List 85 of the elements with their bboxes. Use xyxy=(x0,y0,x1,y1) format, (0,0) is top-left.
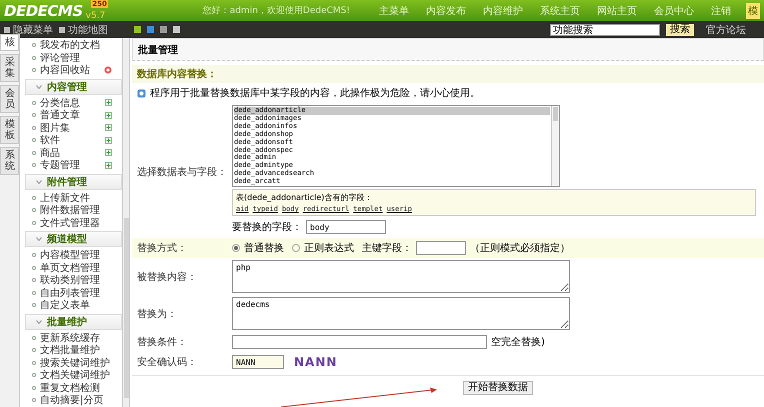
group-header[interactable]: 内容管理 xyxy=(25,78,122,94)
group-header[interactable]: 频道模型 xyxy=(25,231,122,247)
greeting: 您好：admin，欢迎使用DedeCMS! xyxy=(202,4,350,17)
sidebar-item[interactable]: 图片集 xyxy=(25,122,122,134)
field-label: 替换条件： xyxy=(136,336,188,349)
sidebar-item[interactable]: 自由列表管理 xyxy=(25,286,122,299)
sidebar-item[interactable]: 专题管理 xyxy=(25,159,122,172)
condition-input[interactable] xyxy=(232,335,487,349)
forum-link[interactable]: 官方论坛 xyxy=(706,22,746,36)
fields-caption: 表(dede_addonarticle)含有的字段： xyxy=(236,192,374,203)
search-button[interactable]: 搜索 xyxy=(666,24,694,36)
field-label: 主键字段： xyxy=(362,242,412,255)
sidebar-item[interactable]: 普通文章 xyxy=(25,109,122,122)
chevron-icon xyxy=(36,237,42,241)
add-icon[interactable] xyxy=(105,162,112,169)
group-header[interactable]: 批量维护 xyxy=(25,314,122,330)
replace-textarea[interactable]: dedecms xyxy=(232,297,570,330)
toolbar-button[interactable]: 隐藏菜单 xyxy=(4,22,53,36)
version-label: v5.7 xyxy=(86,11,106,21)
sidebar-item[interactable]: 内容回收站 xyxy=(25,64,122,76)
radio-label: 普通替换 xyxy=(244,242,284,255)
side-tab[interactable]: 系统 xyxy=(0,147,19,175)
captcha-text: NANN xyxy=(294,355,338,369)
field-label: 被替换内容： xyxy=(136,270,198,284)
sidebar-item[interactable]: 搜索关键词维护 xyxy=(25,356,122,369)
key-field-input[interactable] xyxy=(416,241,466,255)
side-tab[interactable]: 模板 xyxy=(0,116,19,144)
sidebar-item[interactable]: 文档关键词维护 xyxy=(25,369,122,382)
sidebar-item[interactable]: 单页文档管理 xyxy=(25,262,122,274)
skin-swatch[interactable] xyxy=(160,26,167,33)
sidebar-item[interactable]: 分类信息 xyxy=(25,96,122,109)
field-input[interactable]: body xyxy=(306,220,386,234)
side-tab[interactable]: 会员 xyxy=(0,85,19,113)
field-label: 安全确认码： xyxy=(136,356,198,369)
recycle-icon[interactable] xyxy=(104,66,112,74)
nav-tab[interactable]: 模 xyxy=(746,2,760,18)
logo: DEDECMS xyxy=(4,2,83,20)
sidebar-item[interactable]: 软件 xyxy=(25,134,122,146)
skin-swatch[interactable] xyxy=(147,26,154,33)
skin-swatch[interactable] xyxy=(134,26,141,33)
radio-label: 正则表达式 xyxy=(304,242,354,255)
sidebar-item[interactable]: 评论管理 xyxy=(25,52,122,64)
add-icon[interactable] xyxy=(105,112,112,119)
group-header[interactable]: 附件管理 xyxy=(25,174,122,190)
hint-text: （正则模式必须指定） xyxy=(470,242,570,255)
submit-button[interactable]: 开始替换数据 xyxy=(463,380,533,394)
sidebar-item[interactable]: 我发布的文档 xyxy=(25,39,122,52)
side-tab[interactable]: 核 xyxy=(0,34,19,51)
scrollbar[interactable] xyxy=(122,38,130,407)
radio-button[interactable] xyxy=(232,244,240,252)
sidebar-item[interactable]: 文件式管理器 xyxy=(25,216,122,229)
scrollbar[interactable] xyxy=(551,106,559,186)
field-label: 替换为： xyxy=(136,308,178,320)
sidebar-item[interactable]: 内容模型管理 xyxy=(25,249,122,262)
section-title: 数据库内容替换： xyxy=(132,65,764,83)
info-icon xyxy=(137,88,146,98)
sidebar-item[interactable]: 更新系统缓存 xyxy=(25,332,122,344)
skin-swatch[interactable] xyxy=(173,26,180,33)
search-field[interactable]: 功能搜索 xyxy=(550,24,660,36)
chevron-icon xyxy=(36,320,42,324)
sidebar-item[interactable]: 自定义表单 xyxy=(25,299,122,312)
field-label: 要替换的字段： xyxy=(232,220,302,234)
chevron-icon xyxy=(36,180,42,184)
chevron-icon xyxy=(36,84,42,88)
field-label: 替换方式： xyxy=(136,242,188,255)
side-tab[interactable]: 采集 xyxy=(0,54,19,82)
sidebar-item[interactable]: 附件数据管理 xyxy=(25,204,122,216)
sidebar-item[interactable]: 联动类别管理 xyxy=(25,274,122,286)
page-title: 批量管理 xyxy=(132,38,764,61)
add-icon[interactable] xyxy=(105,124,112,132)
sidebar-item[interactable]: 商品 xyxy=(25,146,122,159)
sidebar-item[interactable]: 自动摘要|分页 xyxy=(25,394,122,406)
sidebar-item[interactable]: 重复文档检测 xyxy=(25,382,122,394)
find-textarea[interactable]: php xyxy=(232,260,570,293)
add-icon[interactable] xyxy=(105,149,112,156)
code-input[interactable]: NANN xyxy=(232,355,284,369)
toolbar-button[interactable]: 功能地图 xyxy=(59,22,108,36)
sidebar-item[interactable]: 文档批量维护 xyxy=(25,344,122,356)
sidebar-item[interactable]: 上传新文件 xyxy=(25,192,122,204)
field-label: 选择数据表与字段： xyxy=(136,166,228,179)
add-icon[interactable] xyxy=(105,99,112,106)
note-text: 程序用于批量替换数据库中某字段的内容，此操作极为危险，请小心使用。 xyxy=(150,86,480,100)
add-icon[interactable] xyxy=(105,136,112,144)
hint-text: 空完全替换) xyxy=(491,336,545,349)
radio-button[interactable] xyxy=(292,244,300,252)
